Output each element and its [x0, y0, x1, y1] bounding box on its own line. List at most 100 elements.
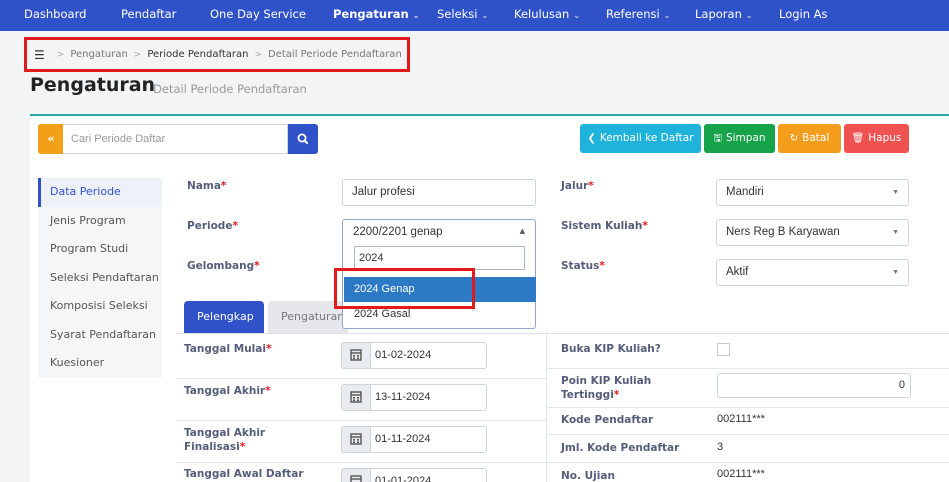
required-mark: * — [642, 220, 648, 232]
calendar-icon — [350, 349, 362, 361]
nav-pendaftar[interactable]: Pendaftar — [121, 0, 176, 31]
column-divider — [546, 334, 547, 482]
status-value: Aktif — [726, 266, 749, 278]
search-input[interactable]: Cari Periode Daftar — [63, 124, 288, 154]
required-mark: * — [232, 220, 238, 232]
nav-login-as[interactable]: Login As — [779, 0, 828, 31]
tab-divider — [176, 333, 949, 334]
caret-up-icon: ▲ — [519, 227, 525, 235]
status-label: Status* — [561, 259, 605, 273]
tanggal-akhir-label-text: Tanggal Akhir — [184, 385, 266, 397]
nama-field[interactable]: Jalur profesi — [342, 179, 536, 206]
side-menu-data-periode[interactable]: Data Periode — [38, 178, 162, 207]
tanggal-awal-daftar-field[interactable]: 01-01-2024 — [371, 468, 487, 482]
sistem-kuliah-select[interactable]: Ners Reg B Karyawan ▼ — [716, 219, 909, 246]
nav-kelulusan-label: Kelulusan — [514, 7, 570, 21]
sistem-kuliah-label-text: Sistem Kuliah — [561, 220, 643, 232]
chevron-down-icon: ⌄ — [745, 11, 753, 20]
tanggal-awal-daftar-label: Tanggal Awal Daftar — [184, 468, 304, 480]
required-mark: * — [254, 260, 260, 272]
poin-kip-label: Poin KIP Kuliah Tertinggi* — [561, 374, 651, 402]
required-mark: * — [265, 343, 272, 355]
nav-kelulusan[interactable]: Kelulusan ⌄ — [514, 0, 580, 31]
caret-down-icon: ▼ — [892, 269, 899, 276]
delete-label: Hapus — [868, 132, 902, 144]
poin-kip-line2: Tertinggi — [561, 389, 614, 401]
gelombang-label-text: Gelombang — [187, 260, 255, 272]
nav-one-day-service[interactable]: One Day Service — [210, 0, 306, 31]
row-divider — [176, 462, 546, 463]
nama-label-text: Nama — [187, 180, 221, 192]
tanggal-mulai-label-text: Tanggal Mulai — [184, 343, 266, 355]
jalur-select[interactable]: Mandiri ▼ — [716, 179, 909, 206]
periode-search-input[interactable]: 2024 — [354, 246, 525, 270]
chevron-down-icon: ⌄ — [663, 11, 671, 20]
side-menu-komposisi-seleksi[interactable]: Komposisi Seleksi — [38, 292, 162, 321]
trash-icon: 🗑 — [851, 133, 865, 144]
no-ujian-label: No. Ujian — [561, 470, 615, 482]
tanggal-mulai-calendar-button[interactable] — [341, 342, 371, 369]
menu-icon[interactable]: ☰ — [34, 48, 45, 62]
delete-button[interactable]: 🗑 Hapus — [844, 124, 909, 153]
no-ujian-value: 002111*** — [717, 468, 765, 480]
nav-seleksi[interactable]: Seleksi ⌄ — [437, 0, 488, 31]
nav-pengaturan[interactable]: Pengaturan ⌄ — [333, 0, 419, 31]
search-button[interactable] — [288, 124, 318, 154]
required-mark: * — [265, 385, 271, 397]
highlight-box — [334, 268, 475, 309]
breadcrumb: ☰ > Pengaturan > Periode Pendaftaran > D… — [24, 37, 410, 72]
side-menu-jenis-program[interactable]: Jenis Program — [38, 206, 162, 235]
required-mark: * — [613, 389, 620, 401]
side-menu-program-studi[interactable]: Program Studi — [38, 235, 162, 264]
floppy-disk-icon: 🖫 — [713, 133, 722, 144]
search-icon — [297, 133, 308, 144]
nav-referensi[interactable]: Referensi ⌄ — [606, 0, 670, 31]
jml-kode-value: 3 — [717, 441, 724, 453]
search-back-button[interactable]: « — [38, 124, 64, 154]
periode-selected-value: 2200/2201 genap — [353, 226, 443, 238]
sistem-kuliah-value: Ners Reg B Karyawan — [726, 226, 840, 238]
tanggal-akhir-finalisasi-calendar-button[interactable] — [341, 426, 371, 453]
chevron-down-icon: ⌄ — [412, 11, 420, 20]
row-divider — [546, 434, 949, 435]
tanggal-akhir-calendar-button[interactable] — [341, 384, 371, 411]
periode-label-text: Periode — [187, 220, 233, 232]
side-menu-kuesioner[interactable]: Kuesioner — [38, 349, 162, 378]
tanggal-mulai-field[interactable]: 01-02-2024 — [371, 342, 487, 369]
calendar-icon — [350, 475, 362, 482]
chevron-right-icon: > — [133, 49, 142, 60]
periode-label: Periode* — [187, 219, 238, 233]
nav-pengaturan-label: Pengaturan — [333, 7, 409, 21]
cancel-label: Batal — [802, 132, 830, 144]
top-navbar: Dashboard Pendaftar One Day Service Peng… — [0, 0, 949, 31]
nav-laporan[interactable]: Laporan ⌄ — [695, 0, 753, 31]
breadcrumb-pengaturan[interactable]: Pengaturan — [70, 49, 127, 60]
breadcrumb-detail: Detail Periode Pendaftaran — [268, 49, 402, 60]
caret-down-icon: ▼ — [892, 189, 899, 196]
jml-kode-label: Jml. Kode Pendaftar — [561, 442, 680, 454]
chevron-down-icon: ⌄ — [573, 11, 581, 20]
cancel-button[interactable]: ↻ Batal — [778, 124, 841, 153]
row-divider — [546, 462, 949, 463]
required-mark: * — [599, 260, 605, 272]
tanggal-awal-daftar-calendar-button[interactable] — [341, 468, 371, 482]
poin-kip-field[interactable]: 0 — [717, 373, 911, 398]
row-divider — [176, 420, 546, 421]
back-to-list-button[interactable]: ❮ Kembali ke Daftar — [580, 124, 701, 153]
buka-kip-checkbox[interactable] — [717, 343, 730, 356]
jalur-label-text: Jalur — [561, 180, 589, 192]
status-select[interactable]: Aktif ▼ — [716, 259, 909, 286]
nav-dashboard[interactable]: Dashboard — [24, 0, 86, 31]
tanggal-akhir-finalisasi-line1: Tanggal Akhir — [184, 427, 266, 439]
buka-kip-label: Buka KIP Kuliah? — [561, 343, 661, 355]
side-menu-seleksi-pendaftaran[interactable]: Seleksi Pendaftaran — [38, 263, 162, 292]
required-mark: * — [588, 180, 594, 192]
tanggal-akhir-label: Tanggal Akhir* — [184, 384, 271, 398]
tab-pelengkap[interactable]: Pelengkap — [184, 301, 264, 334]
refresh-icon: ↻ — [789, 133, 799, 144]
side-menu-syarat-pendaftaran[interactable]: Syarat Pendaftaran — [38, 320, 162, 349]
breadcrumb-periode-pendaftaran[interactable]: Periode Pendaftaran — [147, 49, 248, 60]
save-button[interactable]: 🖫 Simpan — [704, 124, 775, 153]
tanggal-akhir-field[interactable]: 13-11-2024 — [371, 384, 487, 411]
tanggal-akhir-finalisasi-field[interactable]: 01-11-2024 — [371, 426, 487, 453]
